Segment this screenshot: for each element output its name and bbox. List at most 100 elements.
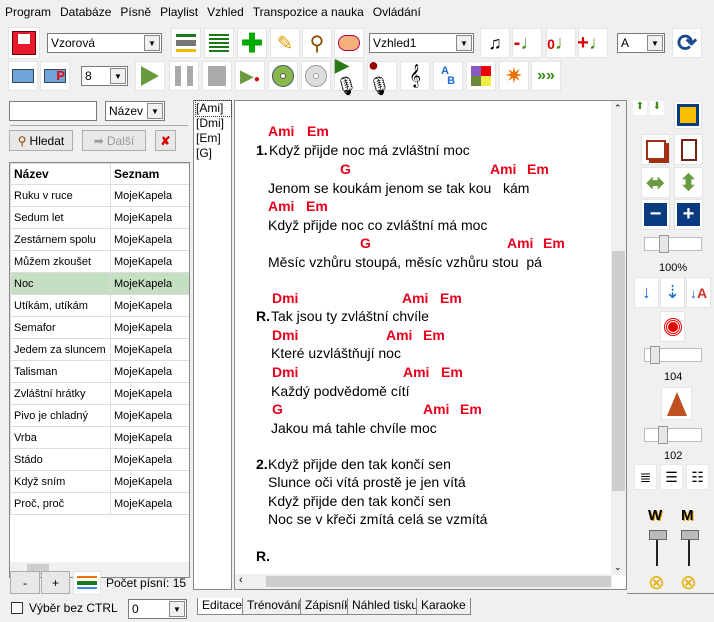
tuner-button[interactable]: ♫ — [480, 28, 510, 58]
font-size-select[interactable]: 8 ▼ — [81, 66, 128, 86]
clear-search-button[interactable]: ✘ — [155, 130, 176, 151]
playlist-button[interactable] — [73, 571, 101, 595]
play-record-button[interactable]: ▶● — [235, 61, 265, 91]
add-song-button[interactable]: ✚ — [237, 28, 267, 58]
add-button[interactable]: + — [41, 571, 70, 594]
menu-transpose[interactable]: Transpozice a nauka — [248, 5, 368, 21]
table-row[interactable]: Semafor MojeKapela — [10, 316, 189, 339]
table-row[interactable]: Zestárnem spolu MojeKapela — [10, 228, 189, 251]
table-row[interactable]: Utíkám, utíkám MojeKapela — [10, 294, 189, 317]
man-volume-slider[interactable] — [681, 530, 699, 540]
tab-karaoke[interactable]: Karaoke — [416, 598, 471, 615]
search-input[interactable] — [9, 101, 97, 121]
forward-button[interactable]: »» — [531, 61, 561, 91]
notation-button[interactable]: 𝄞 — [400, 61, 430, 91]
column-header-name[interactable]: Název — [10, 163, 111, 185]
zoom-out-button[interactable]: − — [641, 199, 670, 230]
key-select[interactable]: A ▼ — [617, 33, 665, 53]
menu-database[interactable]: Databáze — [55, 5, 115, 21]
view-select[interactable]: Vzhled1 ▼ — [369, 33, 474, 53]
transpose-up-button[interactable]: +♩ — [577, 28, 609, 58]
move-up-button[interactable]: ⬆ — [633, 101, 647, 115]
effect-button[interactable]: ✷ — [499, 61, 529, 91]
zoom-in-button[interactable]: + — [674, 199, 703, 230]
cd-button[interactable] — [268, 61, 298, 91]
chord-list-item[interactable]: [Ami] — [195, 100, 232, 117]
search-button[interactable]: ⚲ — [302, 28, 332, 58]
align-left-button[interactable]: ☰ — [660, 464, 683, 490]
stop-button[interactable] — [202, 61, 232, 91]
remove-button[interactable]: - — [10, 571, 40, 594]
count-select[interactable]: 0 ▼ — [128, 599, 187, 619]
window-button[interactable] — [641, 134, 670, 165]
pause-button[interactable] — [169, 61, 199, 91]
metronome-button[interactable] — [661, 387, 692, 420]
highlight-button[interactable] — [674, 101, 702, 129]
table-row[interactable]: Ruku v ruce MojeKapela — [10, 184, 189, 207]
horizontal-scrollbar[interactable]: ‹ — [235, 574, 612, 589]
next-button[interactable]: ➡ Další — [82, 130, 146, 151]
save-button[interactable] — [8, 27, 40, 59]
columns-button[interactable] — [204, 28, 234, 58]
list-view-button[interactable] — [171, 28, 201, 58]
slider-thumb[interactable] — [658, 426, 668, 444]
page-button[interactable] — [674, 134, 703, 165]
table-row[interactable]: Když sním MojeKapela — [10, 470, 189, 493]
transpose-reset-button[interactable]: 0♩ — [546, 28, 576, 58]
record-button[interactable] — [660, 311, 685, 342]
table-row-selected[interactable]: Noc MojeKapela — [10, 272, 189, 295]
mic-record-button[interactable]: ●🎙 — [367, 55, 397, 96]
align-justify-button[interactable]: ≣ — [634, 464, 657, 490]
cd-disabled-button[interactable] — [301, 61, 331, 91]
table-row[interactable]: Vrba MojeKapela — [10, 426, 189, 449]
table-row[interactable]: Talisman MojeKapela — [10, 360, 189, 383]
woman-volume-slider[interactable] — [649, 530, 667, 540]
search-button[interactable]: ⚲ Hledat — [9, 130, 73, 151]
chord-list-item[interactable]: [Em] — [196, 131, 231, 146]
vertical-scrollbar[interactable]: ⌃ ⌄ — [611, 101, 626, 575]
column-header-list[interactable]: Seznam — [110, 163, 189, 185]
colors-button[interactable] — [466, 61, 496, 91]
move-down-button[interactable]: ⬇ — [650, 101, 664, 115]
comment-button[interactable] — [334, 28, 364, 58]
edit-button[interactable]: ✎ — [270, 28, 300, 58]
columns-layout-button[interactable]: ☷ — [686, 464, 709, 490]
transpose-down-button[interactable]: -♩ — [512, 28, 542, 58]
mic-play-button[interactable]: ▶🎙 — [334, 55, 364, 96]
menu-songs[interactable]: Písně — [115, 5, 155, 21]
search-field-select[interactable]: Název ▼ — [105, 101, 165, 121]
refresh-button[interactable]: ⟳ — [672, 28, 702, 58]
zoom-slider[interactable] — [644, 235, 702, 253]
table-row[interactable]: Stádo MojeKapela — [10, 448, 189, 471]
tab-print-preview[interactable]: Náhled tisku — [347, 598, 424, 615]
menu-program[interactable]: Program — [0, 5, 55, 21]
menu-controls[interactable]: Ovládání — [368, 5, 425, 21]
play-button[interactable] — [135, 61, 165, 91]
fit-height-button[interactable]: ⬍ — [674, 167, 703, 198]
tempo-slider[interactable] — [644, 346, 702, 364]
table-row[interactable]: Pivo je chladný MojeKapela — [10, 404, 189, 427]
menu-view[interactable]: Vzhled — [202, 5, 248, 21]
tab-training[interactable]: Trénování — [242, 598, 306, 615]
man-mute-icon[interactable]: ⊗ — [680, 570, 697, 595]
fit-width-button[interactable]: ⬌ — [641, 167, 670, 198]
slider-thumb[interactable] — [650, 346, 660, 364]
slider-thumb[interactable] — [659, 235, 669, 253]
table-row[interactable]: Můžem zkoušet MojeKapela — [10, 250, 189, 273]
select-without-ctrl-checkbox[interactable] — [11, 602, 23, 614]
scroll-step-button[interactable]: ⇣ — [660, 277, 685, 308]
tab-edit[interactable]: Editace — [197, 598, 248, 615]
chord-list-item[interactable]: [G] — [196, 146, 231, 161]
metronome-slider[interactable] — [644, 426, 702, 444]
table-row[interactable]: Jedem za sluncem MojeKapela — [10, 338, 189, 361]
table-row[interactable]: Sedum let MojeKapela — [10, 206, 189, 229]
ab-button[interactable]: A B — [433, 61, 463, 91]
scroll-button[interactable]: ↓ — [634, 277, 659, 308]
woman-mute-icon[interactable]: ⊗ — [648, 570, 665, 595]
table-row[interactable]: Zvláštní hrátky MojeKapela — [10, 382, 189, 405]
table-row[interactable]: Proč, proč MojeKapela — [10, 492, 189, 515]
menu-playlist[interactable]: Playlist — [155, 5, 202, 21]
scroll-text-button[interactable]: ↓A — [686, 277, 711, 308]
print-button[interactable] — [8, 61, 38, 91]
print-preview-button[interactable]: P — [40, 61, 70, 91]
